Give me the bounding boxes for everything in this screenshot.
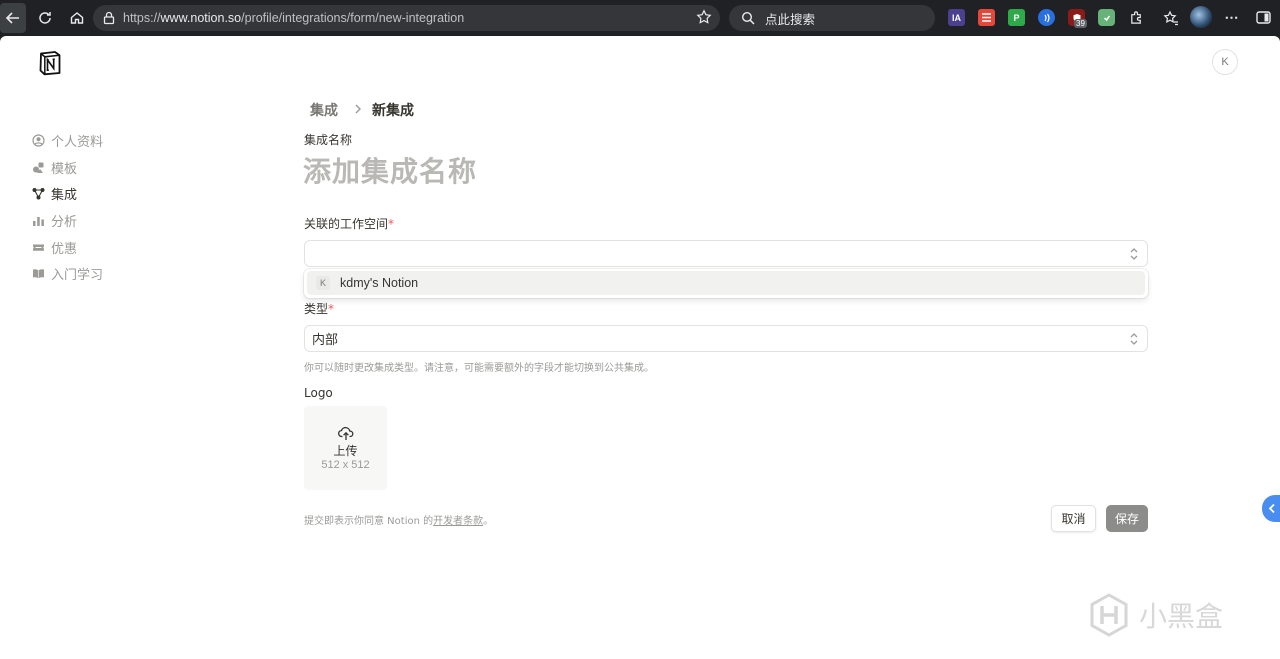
soundwave-icon <box>1043 13 1050 22</box>
required-mark: * <box>388 217 395 231</box>
required-mark: * <box>328 302 335 316</box>
search-placeholder: 点此搜索 <box>765 11 816 27</box>
reload-icon <box>39 12 51 24</box>
sidebar-item-templates[interactable]: 模板 <box>32 154 232 181</box>
shapes-icon <box>32 161 45 174</box>
notion-logo-icon[interactable] <box>38 50 62 76</box>
extensions-puzzle-icon[interactable] <box>1128 9 1145 26</box>
person-circle-icon <box>32 134 45 147</box>
address-bar[interactable]: https://www.notion.so/profile/integratio… <box>93 5 720 31</box>
home-button[interactable] <box>64 5 90 31</box>
sidebar-item-offers[interactable]: 优惠 <box>32 234 232 261</box>
sidebar-item-integrations[interactable]: 集成 <box>32 180 232 207</box>
watermark: 小黑盒 <box>1087 592 1223 638</box>
sidebar-toggle-icon[interactable] <box>1255 9 1272 26</box>
name-label: 集成名称 <box>304 133 353 147</box>
user-avatar[interactable]: K <box>1212 49 1238 75</box>
profile-avatar-icon[interactable] <box>1190 6 1212 28</box>
select-arrows-icon <box>1130 333 1138 345</box>
select-arrows-icon <box>1130 248 1138 260</box>
upload-label: 上传 <box>333 443 358 458</box>
sidebar-item-label: 个人资料 <box>51 134 104 150</box>
workspace-label-text: 关联的工作空间 <box>304 217 389 231</box>
puzzle-icon <box>1131 11 1141 24</box>
developer-terms-link[interactable]: 开发者条款 <box>433 516 483 527</box>
adguard-extension-icon[interactable] <box>1098 9 1115 26</box>
back-button[interactable] <box>0 3 26 33</box>
ticket-icon <box>32 241 45 254</box>
logo-upload-button[interactable]: 上传 512 x 512 <box>304 406 387 490</box>
cancel-button[interactable]: 取消 <box>1051 505 1096 532</box>
sidebar-item-learn[interactable]: 入门学习 <box>32 260 232 287</box>
type-label-text: 类型 <box>304 302 329 316</box>
workspace-badge: K <box>316 276 330 290</box>
heybox-logo-icon <box>1090 593 1128 637</box>
breadcrumb-parent-link[interactable]: 集成 <box>310 100 338 120</box>
workspace-option-label: kdmy's Notion <box>340 276 419 290</box>
star-list-icon <box>1162 10 1178 25</box>
sidebar-item-profile[interactable]: 个人资料 <box>32 127 232 154</box>
arrow-left-icon <box>5 12 19 24</box>
floating-side-tab[interactable] <box>1262 495 1280 522</box>
upload-size: 512 x 512 <box>321 458 370 471</box>
home-icon <box>70 12 84 24</box>
more-menu-icon[interactable]: ⋯ <box>1223 9 1240 26</box>
panel-icon <box>1256 11 1271 24</box>
site-info-icon[interactable] <box>101 10 117 26</box>
chevron-left-icon <box>1268 503 1275 514</box>
sidebar-item-label: 分析 <box>51 214 78 230</box>
bookmark-star-icon[interactable] <box>696 9 712 25</box>
workspace-dropdown: K kdmy's Notion <box>304 269 1148 298</box>
book-icon <box>32 267 45 280</box>
cloud-upload-icon <box>337 426 353 440</box>
type-hint: 你可以随时更改集成类型。请注意，可能需要额外的字段才能切换到公共集成。 <box>304 363 654 374</box>
workspace-select[interactable] <box>304 240 1148 267</box>
sidebar-item-analytics[interactable]: 分析 <box>32 207 232 234</box>
sidebar-item-label: 模板 <box>51 161 78 177</box>
red-note-extension-icon[interactable] <box>978 9 995 26</box>
workspace-option[interactable]: K kdmy's Notion <box>307 271 1145 295</box>
logo-label: Logo <box>304 386 333 400</box>
type-select-value: 内部 <box>312 333 339 348</box>
settings-sidebar: 个人资料 模板 集成 分析 优惠 入门学习 <box>32 127 232 287</box>
workspace-label: 关联的工作空间* <box>304 215 394 232</box>
green-p-extension-icon[interactable]: P <box>1008 9 1025 26</box>
terms-suffix: 。 <box>483 516 494 527</box>
chart-icon <box>32 214 45 227</box>
search-box[interactable]: 点此搜索 <box>729 5 935 31</box>
terms-prefix: 提交即表示你同意 Notion 的 <box>304 516 434 527</box>
type-label: 类型* <box>304 300 334 317</box>
nodes-icon <box>32 187 45 200</box>
chevron-right-icon <box>354 103 362 118</box>
favorites-icon[interactable] <box>1162 9 1179 26</box>
lines-icon <box>982 13 991 22</box>
blue-sound-extension-icon[interactable] <box>1038 9 1055 26</box>
save-button[interactable]: 保存 <box>1106 505 1148 532</box>
sidebar-item-label: 入门学习 <box>51 268 104 284</box>
ia-extension-icon[interactable]: IA <box>948 9 965 26</box>
reload-button[interactable] <box>32 5 58 31</box>
notion-page: K 个人资料 模板 集成 分析 优惠 入门学习 集成 新集成 集成名称 添加集成… <box>0 36 1280 659</box>
watermark-text: 小黑盒 <box>1139 600 1224 633</box>
url-prefix: https:// <box>123 11 161 25</box>
sidebar-item-label: 集成 <box>51 188 78 204</box>
type-select[interactable]: 内部 <box>304 325 1148 352</box>
sidebar-item-label: 优惠 <box>51 241 78 257</box>
breadcrumb-current: 新集成 <box>372 103 414 119</box>
search-icon <box>741 11 755 25</box>
terms-text: 提交即表示你同意 Notion 的开发者条款。 <box>304 512 493 527</box>
url-host: www.notion.so <box>160 11 242 25</box>
breadcrumb: 集成 新集成 <box>310 100 414 120</box>
check-shield-icon <box>1103 15 1110 21</box>
extension-badge-count: 39 <box>1074 19 1087 28</box>
integration-name-input[interactable]: 添加集成名称 <box>303 150 477 190</box>
url-path: /profile/integrations/form/new-integrati… <box>241 11 465 25</box>
